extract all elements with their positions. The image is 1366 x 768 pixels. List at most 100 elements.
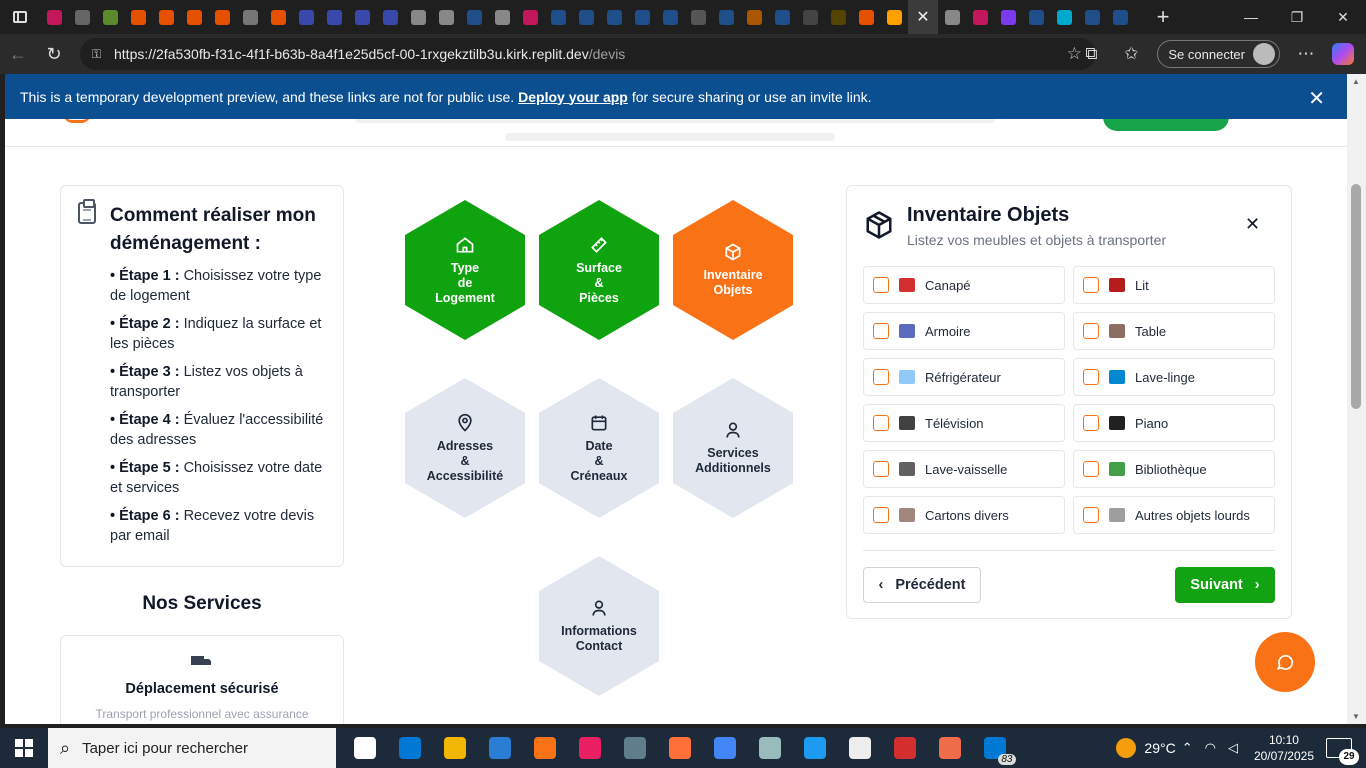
step-hex-inventaire[interactable]: Inventaire Objets: [673, 200, 793, 340]
scroll-up-icon[interactable]: ▲: [1352, 77, 1360, 86]
browser-tab[interactable]: [404, 0, 432, 34]
item-checkbox[interactable]: [1083, 277, 1099, 293]
browser-tab[interactable]: [236, 0, 264, 34]
taskbar-app[interactable]: [522, 728, 567, 768]
temperature[interactable]: 29°C: [1144, 740, 1175, 756]
browser-tab[interactable]: [208, 0, 236, 34]
browser-tab[interactable]: [68, 0, 96, 34]
browser-tab[interactable]: [348, 0, 376, 34]
item-checkbox[interactable]: [873, 507, 889, 523]
browser-tab[interactable]: [600, 0, 628, 34]
browser-tab[interactable]: [320, 0, 348, 34]
clock[interactable]: 10:10 20/07/2025: [1254, 732, 1314, 764]
browser-tab[interactable]: [460, 0, 488, 34]
browser-tab[interactable]: [796, 0, 824, 34]
inventory-item[interactable]: Autres objets lourds: [1073, 496, 1275, 534]
browser-tab[interactable]: [516, 0, 544, 34]
taskbar-app[interactable]: [792, 728, 837, 768]
browser-tab[interactable]: [376, 0, 404, 34]
inventory-item[interactable]: Réfrigérateur: [863, 358, 1065, 396]
inventory-item[interactable]: Lave-vaisselle: [863, 450, 1065, 488]
browser-tab[interactable]: [1078, 0, 1106, 34]
taskbar-app[interactable]: [747, 728, 792, 768]
taskbar-app[interactable]: [882, 728, 927, 768]
inventory-item[interactable]: Bibliothèque: [1073, 450, 1275, 488]
inventory-item[interactable]: Lave-linge: [1073, 358, 1275, 396]
browser-tab[interactable]: [180, 0, 208, 34]
browser-tab[interactable]: [684, 0, 712, 34]
step-hex-type-logement[interactable]: Type de Logement: [405, 200, 525, 340]
taskbar-app[interactable]: 83: [972, 728, 1017, 768]
inventory-item[interactable]: Cartons divers: [863, 496, 1065, 534]
browser-tab[interactable]: [1022, 0, 1050, 34]
restore-icon[interactable]: ❐: [1274, 0, 1320, 34]
browser-tab[interactable]: [488, 0, 516, 34]
next-button[interactable]: Suivant ›: [1175, 567, 1275, 603]
item-checkbox[interactable]: [873, 415, 889, 431]
browser-tab[interactable]: [432, 0, 460, 34]
taskbar-app[interactable]: [927, 728, 972, 768]
weather-icon[interactable]: [1116, 738, 1137, 758]
browser-tab[interactable]: [852, 0, 880, 34]
favorites-icon[interactable]: ✩: [1111, 44, 1151, 64]
site-info-icon[interactable]: ⚿: [92, 47, 106, 61]
item-checkbox[interactable]: [1083, 369, 1099, 385]
more-menu-icon[interactable]: ⋯: [1286, 44, 1326, 64]
taskbar-search[interactable]: ⌕ Taper ici pour rechercher: [48, 728, 336, 768]
browser-tab[interactable]: [40, 0, 68, 34]
browser-tab[interactable]: [656, 0, 684, 34]
browser-tab[interactable]: [292, 0, 320, 34]
refresh-icon[interactable]: ↻: [36, 38, 72, 70]
extensions-icon[interactable]: ⧉: [1071, 44, 1111, 64]
inventory-item[interactable]: Armoire: [863, 312, 1065, 350]
browser-tab[interactable]: [628, 0, 656, 34]
taskbar-app[interactable]: [612, 728, 657, 768]
taskbar-app[interactable]: [567, 728, 612, 768]
browser-tab[interactable]: [544, 0, 572, 34]
browser-tab[interactable]: [824, 0, 852, 34]
tab-actions-icon[interactable]: [0, 0, 40, 34]
notifications-icon[interactable]: 29: [1326, 738, 1359, 765]
browser-tab[interactable]: [966, 0, 994, 34]
new-tab-button[interactable]: +: [1148, 0, 1178, 34]
taskbar-app[interactable]: [837, 728, 882, 768]
inventory-item[interactable]: Piano: [1073, 404, 1275, 442]
browser-tab[interactable]: [1050, 0, 1078, 34]
inventory-item[interactable]: Télévision: [863, 404, 1065, 442]
browser-tab[interactable]: [1106, 0, 1134, 34]
browser-tab[interactable]: [768, 0, 796, 34]
item-checkbox[interactable]: [873, 277, 889, 293]
item-checkbox[interactable]: [1083, 507, 1099, 523]
taskbar-app[interactable]: [702, 728, 747, 768]
minimize-icon[interactable]: —: [1228, 0, 1274, 34]
chevron-up-icon[interactable]: ⌃: [1182, 740, 1193, 756]
browser-tab[interactable]: [152, 0, 180, 34]
taskbar-app[interactable]: [477, 728, 522, 768]
browser-tab[interactable]: [572, 0, 600, 34]
taskbar-app[interactable]: [387, 728, 432, 768]
scroll-down-icon[interactable]: ▼: [1352, 712, 1360, 721]
taskbar-app[interactable]: [432, 728, 477, 768]
step-hex-surface[interactable]: Surface & Pièces: [539, 200, 659, 340]
browser-tab[interactable]: [880, 0, 908, 34]
start-button[interactable]: [0, 728, 48, 768]
browser-tab[interactable]: [712, 0, 740, 34]
chat-button[interactable]: [1255, 632, 1315, 692]
browser-tab[interactable]: [264, 0, 292, 34]
signin-button[interactable]: Se connecter: [1157, 40, 1280, 68]
taskbar-app[interactable]: [342, 728, 387, 768]
close-window-icon[interactable]: ✕: [1320, 0, 1366, 34]
browser-tab[interactable]: [124, 0, 152, 34]
taskbar-app[interactable]: [657, 728, 702, 768]
item-checkbox[interactable]: [1083, 461, 1099, 477]
step-hex-contact[interactable]: Informations Contact: [539, 556, 659, 696]
step-hex-adresses[interactable]: Adresses & Accessibilité: [405, 378, 525, 518]
volume-icon[interactable]: ◁: [1228, 740, 1238, 756]
item-checkbox[interactable]: [873, 461, 889, 477]
previous-button[interactable]: ‹ Précédent: [863, 567, 981, 603]
browser-tab[interactable]: [938, 0, 966, 34]
inventory-item[interactable]: Lit: [1073, 266, 1275, 304]
inventory-item[interactable]: Table: [1073, 312, 1275, 350]
item-checkbox[interactable]: [1083, 415, 1099, 431]
page-scrollbar[interactable]: ▲ ▼: [1347, 74, 1366, 724]
